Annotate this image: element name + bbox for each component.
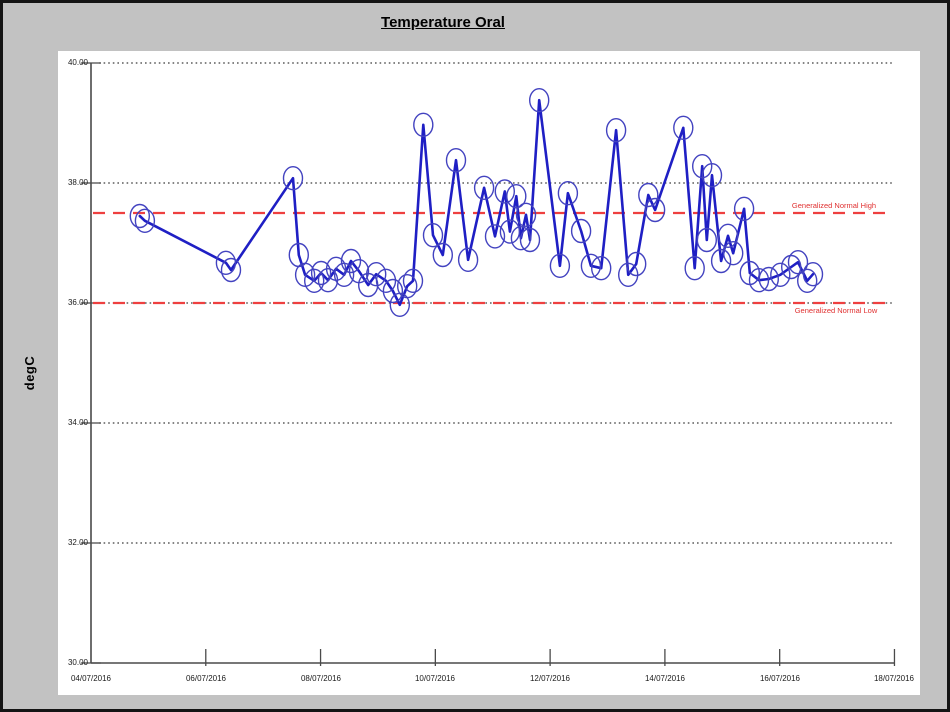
chart-window: Temperature Oral degC 40.00 38.00 36.00 …: [0, 0, 950, 712]
y-tick-label: 38.00: [48, 178, 88, 188]
normal-low-label: Generalized Normal Low: [791, 306, 881, 315]
x-tick-label: 08/07/2016: [285, 674, 357, 684]
y-tick-label: 36.00: [48, 298, 88, 308]
x-tick-label: 06/07/2016: [170, 674, 242, 684]
page-title: Temperature Oral: [3, 14, 883, 31]
temperature-plot: [58, 51, 920, 695]
y-tick-label: 40.00: [48, 58, 88, 68]
y-axis-unit-label: degC: [22, 336, 38, 410]
x-tick-label: 10/07/2016: [399, 674, 471, 684]
x-tick-label: 18/07/2016: [858, 674, 930, 684]
data-polyline: [140, 100, 813, 305]
y-tick-label: 30.00: [48, 658, 88, 668]
y-tick-label: 32.00: [48, 538, 88, 548]
x-tick-label: 14/07/2016: [629, 674, 701, 684]
normal-high-label: Generalized Normal High: [789, 201, 879, 210]
x-tick-label: 12/07/2016: [514, 674, 586, 684]
y-tick-label: 34.00: [48, 418, 88, 428]
x-tick-label: 04/07/2016: [55, 674, 127, 684]
x-tick-label: 16/07/2016: [744, 674, 816, 684]
